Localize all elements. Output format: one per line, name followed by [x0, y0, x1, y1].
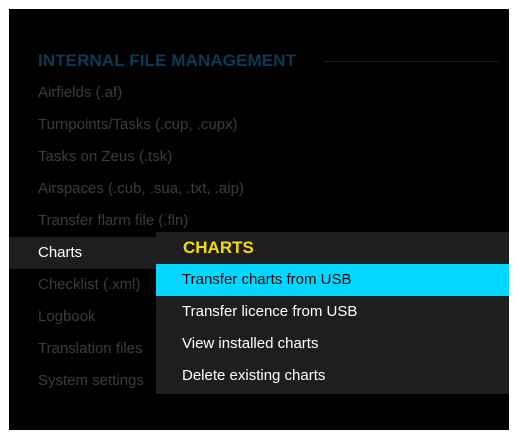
menu-item-airspaces[interactable]: Airspaces (.cub, .sua, .txt, .aip) [9, 173, 509, 205]
submenu-item-transfer-licence-from-usb[interactable]: Transfer licence from USB [156, 296, 509, 328]
submenu-item-label: Transfer licence from USB [182, 303, 358, 320]
section-header: INTERNAL FILE MANAGEMENT [9, 49, 509, 73]
menu-item-airfields[interactable]: Airfields (.af) [9, 77, 509, 109]
menu-item-label: Airspaces (.cub, .sua, .txt, .aip) [38, 180, 244, 197]
menu-item-label: Charts [38, 244, 83, 261]
menu-item-label: Checklist (.xml) [38, 276, 141, 293]
menu-item-turnpoints-tasks[interactable]: Turnpoints/Tasks (.cup, .cupx) [9, 109, 509, 141]
submenu-item-label: View installed charts [182, 335, 319, 352]
submenu-item-view-installed-charts[interactable]: View installed charts [156, 328, 509, 360]
submenu-item-delete-existing-charts[interactable]: Delete existing charts [156, 360, 509, 392]
menu-item-label: Translation files [38, 340, 143, 357]
submenu-item-label: Delete existing charts [182, 367, 326, 384]
menu-item-label: System settings [38, 372, 144, 389]
submenu-item-label: Transfer charts from USB [182, 271, 352, 288]
section-title: INTERNAL FILE MANAGEMENT [38, 51, 297, 70]
submenu-item-transfer-charts-from-usb[interactable]: Transfer charts from USB [156, 264, 509, 296]
menu-item-label: Tasks on Zeus (.tsk) [38, 148, 173, 165]
menu-item-label: Transfer flarm file (.fln) [38, 212, 189, 229]
section-divider [323, 61, 499, 62]
menu-item-label: Airfields (.af) [38, 84, 123, 101]
charts-submenu: CHARTS Transfer charts from USB Transfer… [156, 232, 509, 394]
submenu-title: CHARTS [183, 238, 254, 257]
menu-item-tasks-on-zeus[interactable]: Tasks on Zeus (.tsk) [9, 141, 509, 173]
menu-item-label: Logbook [38, 308, 96, 325]
menu-item-label: Turnpoints/Tasks (.cup, .cupx) [38, 116, 238, 133]
